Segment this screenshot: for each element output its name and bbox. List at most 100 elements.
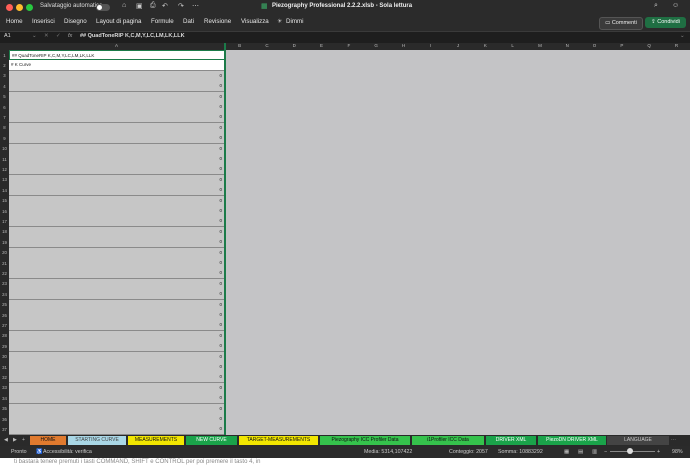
row-header-36[interactable]: 36 <box>0 417 9 422</box>
cell-a35[interactable]: 0 <box>9 403 224 415</box>
cell-a18[interactable]: 0 <box>9 226 224 238</box>
row-header-23[interactable]: 23 <box>0 281 9 286</box>
tab-revisione[interactable]: Revisione <box>204 18 231 25</box>
sheet-tab-3[interactable]: NEW CURVE <box>186 436 237 445</box>
row-header-6[interactable]: 6 <box>0 105 9 110</box>
column-header-m[interactable]: M <box>526 43 553 48</box>
row-header-9[interactable]: 9 <box>0 136 9 141</box>
sheet-tab-5[interactable]: Piezography ICC Profiler Data <box>320 436 410 445</box>
row-header-11[interactable]: 11 <box>0 157 9 162</box>
comments-button[interactable]: ▭ Commenti <box>599 17 643 30</box>
row-header-3[interactable]: 3 <box>0 73 9 78</box>
column-header-b[interactable]: B <box>226 43 253 48</box>
tab-disegno[interactable]: Disegno <box>64 18 87 25</box>
tab-dati[interactable]: Dati <box>183 18 194 25</box>
add-sheet-icon[interactable]: + <box>22 437 25 443</box>
column-header-q[interactable]: Q <box>636 43 663 48</box>
autosave-toggle[interactable] <box>96 4 110 11</box>
column-header-j[interactable]: J <box>444 43 471 48</box>
row-header-20[interactable]: 20 <box>0 250 9 255</box>
tab-visualizza[interactable]: Visualizza <box>241 18 269 25</box>
cell-a14[interactable]: 0 <box>9 185 224 197</box>
cell-a1[interactable]: ## QuadToneRIP K,C,M,Y,LC,LM,LK,LLK <box>9 50 224 60</box>
cell-a24[interactable]: 0 <box>9 289 224 301</box>
zoom-in-icon[interactable]: + <box>657 449 660 455</box>
cell-a30[interactable]: 0 <box>9 351 224 363</box>
home-icon[interactable]: ⌂ <box>122 2 126 9</box>
row-header-10[interactable]: 10 <box>0 146 9 151</box>
cell-a10[interactable]: 0 <box>9 143 224 155</box>
row-header-12[interactable]: 12 <box>0 167 9 172</box>
cell-a26[interactable]: 0 <box>9 310 224 321</box>
column-header-k[interactable]: K <box>472 43 499 48</box>
cell-a4[interactable]: 0 <box>9 81 224 93</box>
row-header-19[interactable]: 19 <box>0 240 9 245</box>
sheet-tab-7[interactable]: DRIVER XML <box>486 436 536 445</box>
sheet-tab-9[interactable]: LANGUAGE <box>607 436 669 445</box>
cell-a5[interactable]: 0 <box>9 91 224 103</box>
row-header-24[interactable]: 24 <box>0 292 9 297</box>
accessibility-status[interactable]: Accessibilità: verifica <box>43 449 92 455</box>
column-header-n[interactable]: N <box>554 43 581 48</box>
more-icon[interactable]: ⋯ <box>192 2 199 10</box>
cell-a36[interactable]: 0 <box>9 414 224 425</box>
row-header-37[interactable]: 37 <box>0 427 9 432</box>
row-header-34[interactable]: 34 <box>0 396 9 401</box>
tab-layout[interactable]: Layout di pagina <box>96 18 141 25</box>
cell-a3[interactable]: 0 <box>9 70 224 82</box>
column-header-g[interactable]: G <box>363 43 390 48</box>
cancel-icon[interactable]: ✕ <box>44 33 49 39</box>
cell-a2[interactable]: # K Curve <box>9 60 224 72</box>
column-header-f[interactable]: F <box>335 43 362 48</box>
tab-inserisci[interactable]: Inserisci <box>32 18 55 25</box>
column-header-h[interactable]: H <box>390 43 417 48</box>
column-header-p[interactable]: P <box>608 43 635 48</box>
sheet-tab-8[interactable]: PiezoDN DRIVER XML <box>538 436 606 445</box>
cell-a7[interactable]: 0 <box>9 112 224 124</box>
cell-a25[interactable]: 0 <box>9 299 224 311</box>
row-header-16[interactable]: 16 <box>0 209 9 214</box>
row-header-27[interactable]: 27 <box>0 323 9 328</box>
row-header-33[interactable]: 33 <box>0 385 9 390</box>
column-header-i[interactable]: I <box>417 43 444 48</box>
redo-icon[interactable]: ↷ <box>178 2 184 10</box>
cell-a19[interactable]: 0 <box>9 237 224 249</box>
row-header-29[interactable]: 29 <box>0 344 9 349</box>
row-header-2[interactable]: 2 <box>0 63 9 68</box>
zoom-level[interactable]: 98% <box>672 449 683 455</box>
row-header-25[interactable]: 25 <box>0 302 9 307</box>
name-box-dropdown-icon[interactable]: ⌄ <box>32 33 37 39</box>
row-header-22[interactable]: 22 <box>0 271 9 276</box>
scroll-tabs-icon[interactable]: ⋯ <box>671 437 676 443</box>
page-break-icon[interactable]: ▥ <box>592 449 597 455</box>
row-header-5[interactable]: 5 <box>0 94 9 99</box>
cell-a27[interactable]: 0 <box>9 320 224 332</box>
row-header-18[interactable]: 18 <box>0 229 9 234</box>
row-header-26[interactable]: 26 <box>0 313 9 318</box>
cell-a9[interactable]: 0 <box>9 133 224 145</box>
row-header-35[interactable]: 35 <box>0 406 9 411</box>
cell-a16[interactable]: 0 <box>9 206 224 217</box>
row-header-28[interactable]: 28 <box>0 333 9 338</box>
account-icon[interactable]: ☺ <box>672 2 679 9</box>
share-button[interactable]: ⇪ Condividi <box>645 17 686 28</box>
cell-a22[interactable]: 0 <box>9 268 224 280</box>
column-header-e[interactable]: E <box>308 43 335 48</box>
column-header-o[interactable]: O <box>581 43 608 48</box>
undo-icon[interactable]: ↶ <box>162 2 168 10</box>
cell-a33[interactable]: 0 <box>9 382 224 394</box>
row-header-17[interactable]: 17 <box>0 219 9 224</box>
search-icon[interactable]: ⌕ <box>654 2 658 10</box>
row-header-13[interactable]: 13 <box>0 177 9 182</box>
cell-a13[interactable]: 0 <box>9 174 224 186</box>
row-header-32[interactable]: 32 <box>0 375 9 380</box>
column-header-c[interactable]: C <box>253 43 280 48</box>
cell-a32[interactable]: 0 <box>9 372 224 384</box>
cell-a31[interactable]: 0 <box>9 362 224 373</box>
close-window-button[interactable] <box>6 4 13 11</box>
tab-formule[interactable]: Formule <box>151 18 174 25</box>
name-box[interactable]: A1 <box>4 33 11 39</box>
prev-sheet-icon[interactable]: ◀ <box>4 437 8 443</box>
cell-a17[interactable]: 0 <box>9 216 224 228</box>
zoom-out-icon[interactable]: − <box>604 449 607 455</box>
